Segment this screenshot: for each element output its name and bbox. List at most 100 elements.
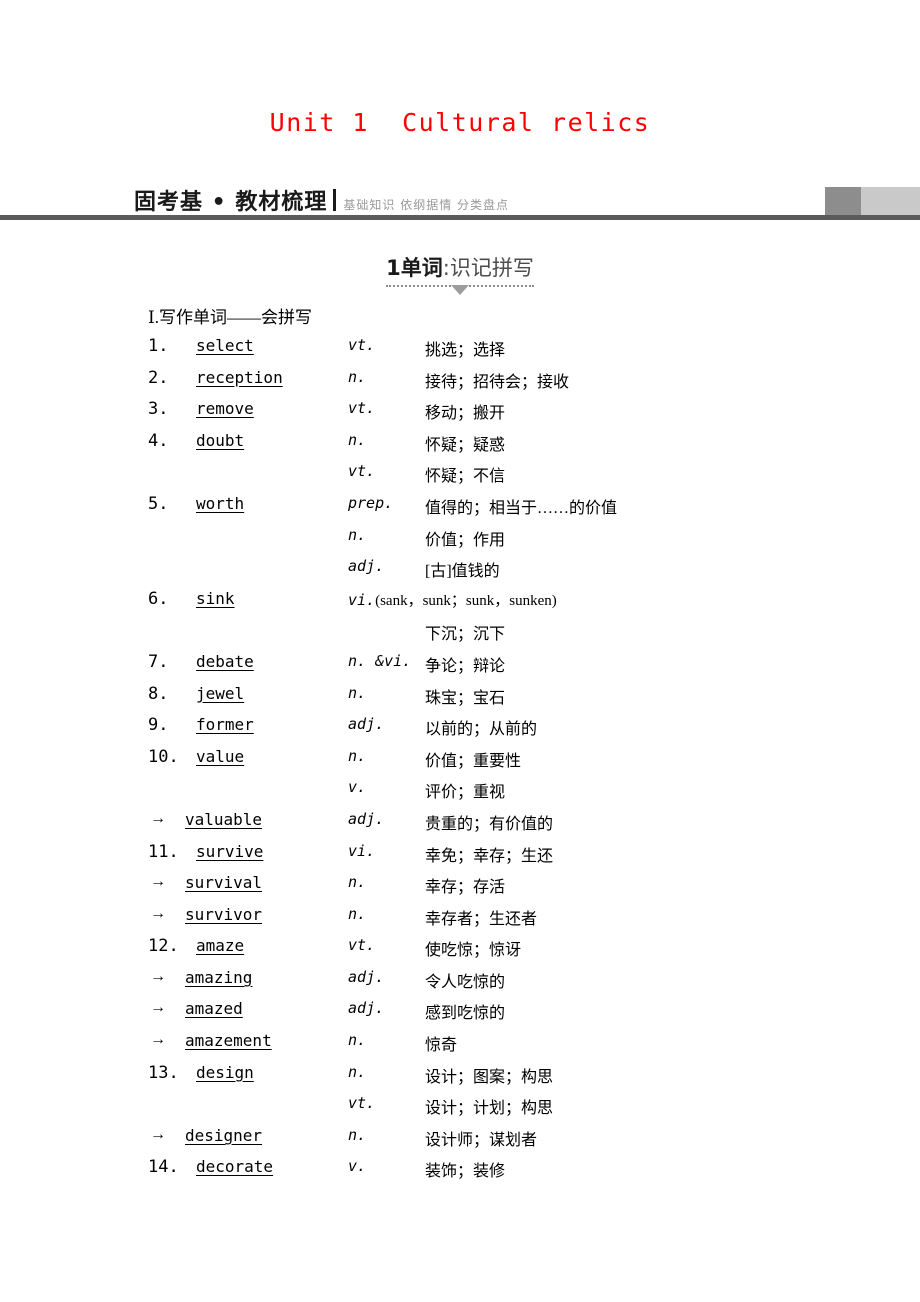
word-entry-row: 8. jewel n. 珠宝；宝石 — [0, 684, 920, 716]
entry-pos-label: n. — [348, 367, 367, 386]
word-entry-row: 10. value n. 价值；重要性 — [0, 747, 920, 779]
word-entry-row: → designer n. 设计师；谋划者 — [0, 1126, 920, 1158]
word-entry-row: 11. survive vi. 幸免；幸存；生还 — [0, 842, 920, 874]
word-entry-row: 7. debate n. &vi. 争论；辩论 — [0, 652, 920, 684]
entry-part-of-speech: v. — [348, 778, 366, 796]
entry-word: debate — [196, 651, 254, 671]
entry-meaning: 移动；搬开 — [425, 405, 506, 423]
entry-pos-label: v. — [348, 778, 367, 797]
entry-part-of-speech: prep. — [348, 494, 393, 512]
entry-meaning: 设计；图案；构思 — [425, 1068, 554, 1086]
entry-pos-label: n. — [348, 904, 367, 923]
entry-pos-label: n. — [348, 683, 367, 702]
entry-pos-label: prep. — [348, 493, 394, 512]
entry-word: value — [196, 746, 245, 766]
entry-inflected-forms: (sank，sunk；sunk，sunken) — [375, 592, 557, 609]
entry-word: select — [196, 336, 254, 355]
word-entry-row: v. 评价；重视 — [0, 778, 920, 810]
entry-part-of-speech: n. — [348, 526, 366, 544]
word-entry-row: 14. decorate v. 装饰；装修 — [0, 1157, 920, 1189]
entry-part-of-speech: adj. — [348, 968, 384, 986]
entry-part-of-speech: vt. — [348, 399, 375, 417]
entry-part-of-speech: vt. — [348, 936, 375, 954]
entry-number: 10. — [148, 746, 179, 767]
section-header-band: 固考基 • 教材梳理 基础知识 依纲据情 分类盘点 — [0, 184, 920, 224]
word-entry-row: 4. doubt n. 怀疑；疑惑 — [0, 431, 920, 463]
entry-number: 1. — [148, 336, 169, 356]
word-entry-row: n. 价值；作用 — [0, 526, 920, 558]
entry-pos-label: n. &vi. — [348, 651, 412, 670]
entry-meaning: 价值；重要性 — [425, 752, 522, 770]
entry-meaning: 怀疑；疑惑 — [425, 436, 506, 454]
entry-word: jewel — [196, 683, 245, 703]
entry-pos-label: adj. — [348, 967, 385, 986]
entry-number: 11. — [148, 841, 179, 862]
word-list-table: 1. select vt. 挑选；选择 2. reception n. 接待；招待会；接收 3.… — [0, 336, 920, 1189]
entry-pos-label: n. — [348, 1031, 367, 1050]
section-header-label: 固考基 • 教材梳理 — [134, 190, 328, 215]
entry-part-of-speech: n. — [348, 747, 366, 765]
entry-number: 12. — [148, 936, 179, 957]
word-group-label: Ⅰ.写作单词——会拼写 — [148, 308, 312, 327]
section-header-text: 固考基 • 教材梳理 基础知识 依纲据情 分类盘点 — [134, 184, 509, 216]
entry-pos-label: n. — [348, 746, 367, 765]
entry-part-of-speech: n. &vi. — [348, 652, 411, 670]
entry-word: amazement — [185, 1031, 272, 1051]
entry-part-of-speech: vt. — [348, 1094, 375, 1112]
word-entry-row: 6. sink vi.(sank，sunk；sunk，sunken) — [0, 589, 920, 621]
word-entry-row: vt. 设计；计划；构思 — [0, 1094, 920, 1126]
header-decoration-blocks — [825, 187, 920, 215]
entry-part-of-speech: n. — [348, 1063, 366, 1081]
entry-part-of-speech: vt. — [348, 462, 375, 480]
entry-number: 6. — [148, 588, 169, 609]
entry-part-of-speech: adj. — [348, 557, 384, 575]
entry-word: sink — [196, 588, 235, 608]
entry-pos-label: n. — [348, 873, 367, 892]
entry-number: 7. — [148, 651, 169, 672]
word-entry-row: adj. [古]值钱的 — [0, 557, 920, 589]
chevron-down-icon — [450, 285, 469, 295]
page-title: Unit 1 Cultural relics — [269, 108, 651, 137]
entry-word: remove — [196, 399, 254, 419]
entry-word: worth — [196, 493, 245, 513]
entry-number: 9. — [148, 715, 169, 736]
entry-pos-label: adj. — [348, 715, 385, 734]
subsection-heading-inner: 1单词:识记拼写 — [386, 252, 534, 295]
entry-word: survive — [196, 841, 264, 861]
entry-pos-label: vt. — [348, 462, 376, 481]
entry-number: 14. — [148, 1157, 179, 1178]
word-entry-row: 13. design n. 设计；图案；构思 — [0, 1063, 920, 1095]
word-entry-row: → amazement n. 惊奇 — [0, 1031, 920, 1063]
word-entry-row: 2. reception n. 接待；招待会；接收 — [0, 368, 920, 400]
entry-meaning: 设计师；谋划者 — [425, 1131, 538, 1149]
entry-meaning: 以前的；从前的 — [425, 721, 538, 739]
word-entry-row: 9. former adj. 以前的；从前的 — [0, 715, 920, 747]
section-header-subtitle: 基础知识 依纲据情 分类盘点 — [343, 198, 510, 212]
header-block-light — [861, 187, 920, 215]
entry-pos-label: n. — [348, 1125, 367, 1144]
entry-word: decorate — [196, 1157, 274, 1177]
word-entry-row: 12. amaze vt. 使吃惊；惊讶 — [0, 936, 920, 968]
entry-pos-label: n. — [348, 1062, 367, 1081]
entry-part-of-speech: n. — [348, 873, 366, 891]
entry-pos-label: vi. — [348, 841, 376, 860]
word-entry-row: vt. 怀疑；不信 — [0, 462, 920, 494]
entry-word: amazed — [185, 999, 243, 1019]
entry-pos-label: vt. — [348, 1094, 376, 1113]
entry-part-of-speech: v. — [348, 1157, 366, 1175]
entry-part-of-speech: n. — [348, 1126, 366, 1144]
entry-meaning: 值得的；相当于……的价值 — [425, 499, 618, 517]
entry-pos-label: n. — [348, 525, 367, 544]
entry-meaning: 价值；作用 — [425, 531, 506, 549]
word-entry-row: → survivor n. 幸存者；生还者 — [0, 905, 920, 937]
entry-part-of-speech: n. — [348, 684, 366, 702]
entry-part-of-speech: adj. — [348, 810, 384, 828]
entry-meaning: 挑选；选择 — [425, 342, 506, 359]
entry-number: 13. — [148, 1062, 179, 1083]
entry-meaning: 评价；重视 — [425, 784, 506, 802]
entry-number: 5. — [148, 493, 169, 514]
entry-word: valuable — [185, 809, 263, 829]
entry-part-of-speech: vi.(sank，sunk；sunk，sunken) — [348, 589, 557, 610]
entry-part-of-speech: n. — [348, 905, 366, 923]
entry-word: survival — [185, 873, 263, 893]
